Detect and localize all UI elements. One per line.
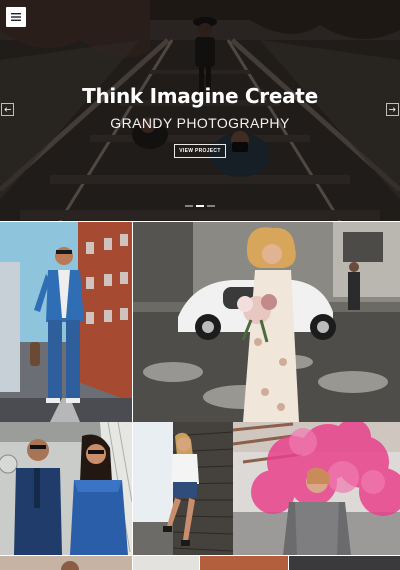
hamburger-menu-icon	[11, 13, 21, 21]
gallery-item-woman-wall[interactable]	[133, 422, 233, 555]
view-project-button[interactable]: VIEW PROJECT	[174, 144, 226, 158]
hero-overlay	[0, 0, 400, 221]
gallery-photo	[233, 422, 400, 555]
slider-dots	[185, 205, 215, 207]
gallery-photo	[0, 422, 132, 555]
gallery-photo	[133, 222, 400, 422]
slider-dot-3[interactable]	[207, 205, 215, 207]
gallery-item-bride-car[interactable]	[133, 222, 400, 422]
slider-dot-2[interactable]	[196, 205, 204, 207]
hero-subtitle: GRANDY PHOTOGRAPHY	[110, 115, 290, 131]
gallery-photo	[133, 422, 233, 555]
gallery-row-partial	[0, 556, 400, 570]
gallery-item-man-street[interactable]	[0, 222, 132, 422]
hero-title: Think Imagine Create	[82, 84, 318, 108]
slider-dot-1[interactable]	[185, 205, 193, 207]
gallery-item-couple[interactable]	[0, 422, 132, 555]
menu-button[interactable]	[6, 7, 26, 27]
gallery-item-pink-smoke[interactable]	[233, 422, 400, 555]
hero-slider: Think Imagine Create GRANDY PHOTOGRAPHY …	[0, 0, 400, 221]
gallery-photo	[0, 556, 400, 570]
gallery-photo	[0, 222, 132, 422]
